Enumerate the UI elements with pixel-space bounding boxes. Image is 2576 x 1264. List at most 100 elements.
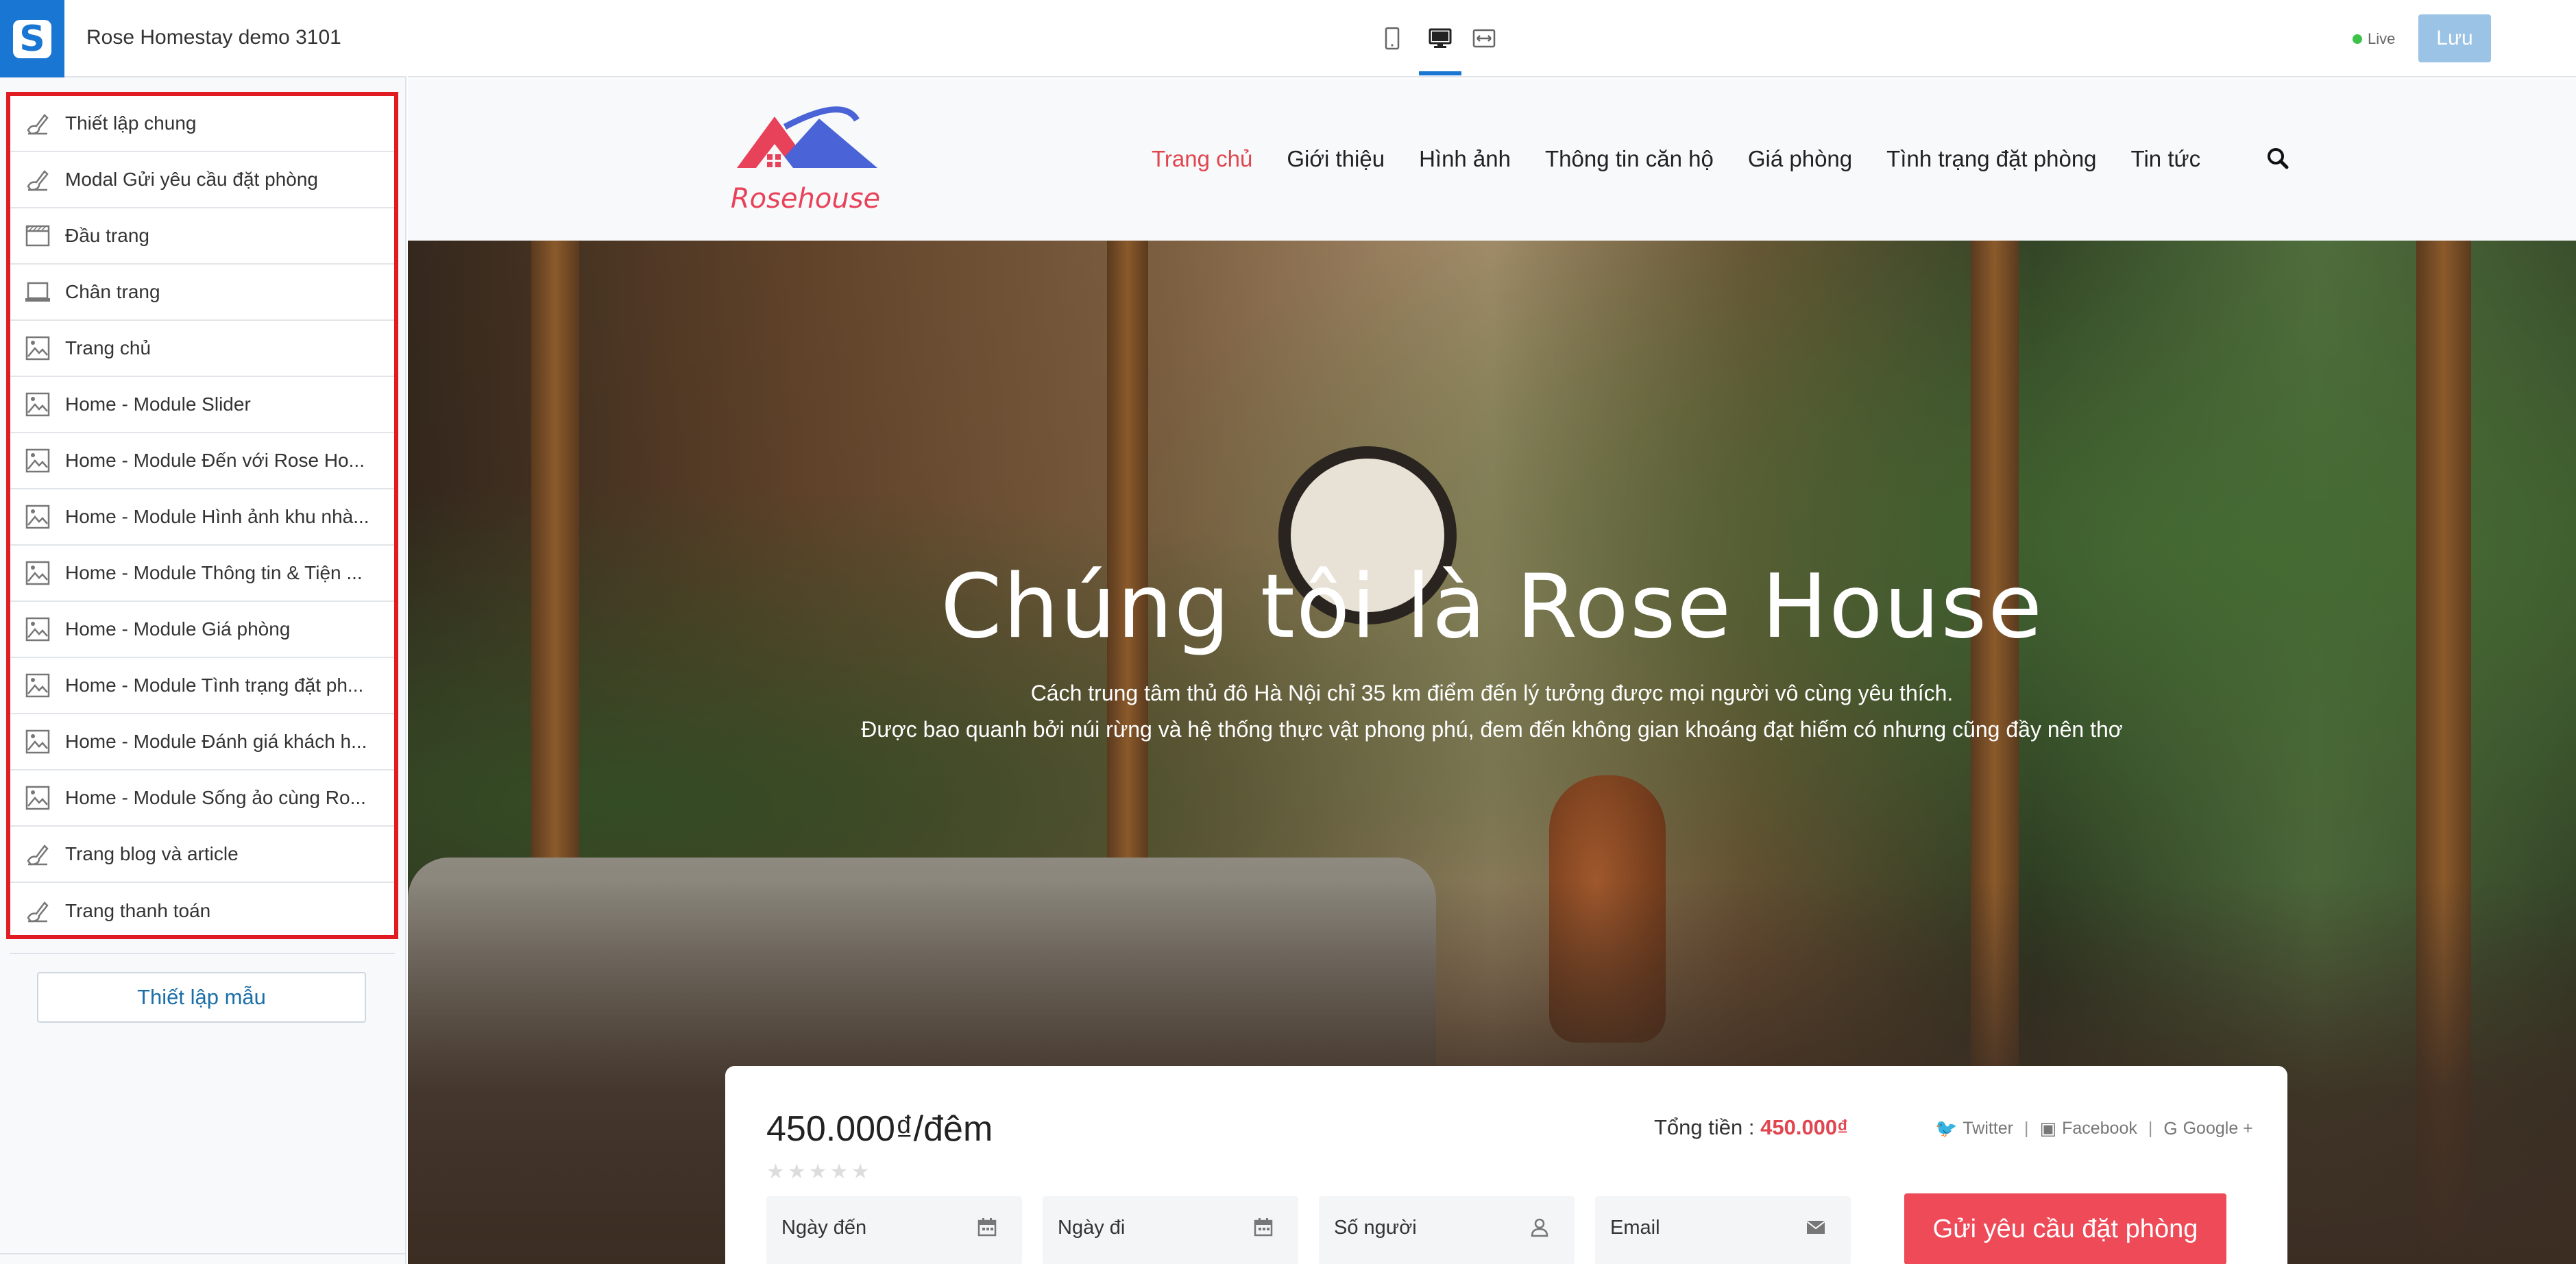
rosehouse-logo[interactable]: Rosehouse	[723, 99, 888, 223]
share-separator: |	[2148, 1119, 2153, 1138]
settings-menu: Thiết lập chung Modal Gửi yêu cầu đặt phò…	[6, 92, 398, 939]
brush-icon	[24, 110, 51, 137]
sidebar-item[interactable]: Home - Module Tình trạng đặt ph...	[10, 658, 394, 714]
nav-item[interactable]: Giới thiệu	[1287, 146, 1385, 172]
sidebar-item[interactable]: Chân trang	[10, 265, 394, 321]
nav-item[interactable]: Hình ảnh	[1419, 146, 1511, 172]
sidebar-item-label: Trang chủ	[65, 337, 151, 358]
app-logo[interactable]: S	[0, 0, 64, 77]
calendar-icon	[1253, 1217, 1274, 1237]
sidebar-item-label: Home - Module Sống ảo cùng Ro...	[65, 787, 366, 808]
checkin-field[interactable]: Ngày đến	[766, 1196, 1022, 1264]
nav-item[interactable]: Trang chủ	[1152, 146, 1252, 172]
sidebar-divider-bottom	[0, 1253, 406, 1254]
booking-submit-button[interactable]: Gửi yêu cầu đặt phòng	[1904, 1193, 2226, 1264]
sidebar-item[interactable]: Home - Module Đánh giá khách h...	[10, 714, 394, 770]
checkin-label: Ngày đến	[781, 1217, 867, 1239]
live-dot-icon	[2353, 34, 2362, 44]
sidebar-item-label: Home - Module Đến với Rose Ho...	[65, 450, 365, 471]
sidebar-item[interactable]: Home - Module Thông tin & Tiện ...	[10, 546, 394, 602]
sidebar-item-label: Home - Module Giá phòng	[65, 618, 291, 640]
email-field[interactable]: Email	[1595, 1196, 1851, 1264]
main-nav: Trang chủ Giới thiệu Hình ảnh Thông tin căn…	[1152, 146, 2235, 172]
hero-subtitle-1: Cách trung tâm thủ đô Hà Nội chỉ 35 km đ…	[1030, 681, 1954, 705]
image-page-icon	[24, 784, 51, 812]
guests-field[interactable]: Số người	[1319, 1196, 1575, 1264]
sidebar-item-label: Trang thanh toán	[65, 900, 211, 921]
sidebar-item-label: Thiết lập chung	[65, 112, 197, 134]
sidebar-item-label: Đầu trang	[65, 225, 149, 246]
calendar-icon	[977, 1217, 997, 1237]
share-facebook[interactable]: Facebook	[2062, 1119, 2137, 1139]
image-page-icon	[24, 728, 51, 755]
facebook-icon: ▣	[2039, 1118, 2057, 1139]
envelope-icon	[1806, 1217, 1826, 1237]
image-page-icon	[24, 559, 51, 587]
brush-icon	[24, 897, 51, 925]
brush-icon	[24, 166, 51, 193]
image-page-icon	[24, 447, 51, 474]
sidebar-item-label: Modal Gửi yêu cầu đặt phòng	[65, 169, 318, 190]
sidebar-divider	[10, 953, 395, 954]
save-button[interactable]: Lưu	[2418, 14, 2491, 62]
brand-wordmark: Rosehouse	[731, 183, 880, 215]
sidebar-item[interactable]: Trang blog và article	[10, 827, 394, 883]
sidebar-item-label: Home - Module Hình ảnh khu nhà...	[65, 506, 369, 527]
template-settings-button[interactable]: Thiết lập mẫu	[37, 972, 366, 1023]
sidebar-item[interactable]: Modal Gửi yêu cầu đặt phòng	[10, 152, 394, 208]
mobile-view-icon[interactable]	[1378, 25, 1406, 52]
sidebar-item[interactable]: Home - Module Sống ảo cùng Ro...	[10, 770, 394, 827]
nav-item[interactable]: Tình trạng đặt phòng	[1886, 146, 2096, 172]
sidebar-item[interactable]: Home - Module Hình ảnh khu nhà...	[10, 489, 394, 546]
header-layout-icon	[24, 222, 51, 250]
share-twitter[interactable]: Twitter	[1963, 1119, 2013, 1139]
user-icon	[1529, 1217, 1550, 1237]
email-label: Email	[1610, 1217, 1660, 1239]
sidebar-item[interactable]: Trang chủ	[10, 321, 394, 377]
live-status: Live	[2353, 30, 2395, 48]
fullwidth-view-icon[interactable]	[1470, 25, 1498, 52]
share-separator: |	[2024, 1119, 2029, 1138]
sidebar-item-label: Home - Module Slider	[65, 393, 251, 415]
google-icon: G	[2163, 1118, 2178, 1139]
twitter-icon: 🐦	[1935, 1118, 1958, 1139]
site-name: Rose Homestay demo 3101	[86, 26, 341, 49]
total-label: Tổng tiền :	[1654, 1115, 1755, 1139]
sidebar-item-label: Home - Module Thông tin & Tiện ...	[65, 562, 363, 583]
guests-label: Số người	[1334, 1217, 1417, 1239]
nav-item[interactable]: Tin tức	[2131, 146, 2201, 172]
nav-item[interactable]: Thông tin căn hộ	[1545, 146, 1714, 172]
live-label: Live	[2368, 30, 2396, 47]
share-links: 🐦 Twitter | ▣ Facebook | G Google +	[1935, 1118, 2253, 1139]
sidebar-item-label: Trang blog và article	[65, 843, 239, 864]
search-icon[interactable]	[2266, 147, 2289, 170]
nav-item[interactable]: Giá phòng	[1748, 146, 1852, 172]
sidebar-item[interactable]: Home - Module Slider	[10, 377, 394, 433]
desktop-view-icon[interactable]	[1426, 25, 1454, 52]
sidebar-item-label: Home - Module Đánh giá khách h...	[65, 731, 367, 752]
rating-stars[interactable]: ★★★★★	[766, 1160, 872, 1184]
sidebar-item[interactable]: Thiết lập chung	[10, 96, 394, 152]
sidebar-item[interactable]: Đầu trang	[10, 208, 394, 265]
site-preview: Rosehouse Trang chủ Giới thiệu Hình ảnh Thô…	[408, 79, 2576, 1264]
checkout-label: Ngày đi	[1058, 1217, 1126, 1239]
total-amount: 450.000₫	[1760, 1115, 1849, 1139]
sidebar-item[interactable]: Home - Module Đến với Rose Ho...	[10, 433, 394, 489]
footer-layout-icon	[24, 278, 51, 306]
hero-subtitle-2: Được bao quanh bởi núi rừng và hệ thống …	[861, 717, 2123, 742]
site-header: Rosehouse Trang chủ Giới thiệu Hình ảnh Thô…	[408, 79, 2576, 241]
hero-title: Chúng tôi là Rose House	[940, 556, 2043, 658]
app-logo-icon: S	[13, 19, 51, 58]
image-page-icon	[24, 335, 51, 362]
booking-card: 450.000₫/đêm ★★★★★ Tổng tiền : 450.000₫ …	[725, 1066, 2287, 1264]
sidebar-header: S Rose Homestay demo 3101	[0, 0, 406, 77]
sidebar-item[interactable]: Trang thanh toán	[10, 883, 394, 939]
share-google[interactable]: Google +	[2183, 1119, 2253, 1139]
image-page-icon	[24, 391, 51, 418]
sidebar-item[interactable]: Home - Module Giá phòng	[10, 602, 394, 658]
image-page-icon	[24, 616, 51, 643]
image-page-icon	[24, 672, 51, 699]
total-price: Tổng tiền : 450.000₫	[1654, 1115, 1848, 1140]
checkout-field[interactable]: Ngày đi	[1043, 1196, 1298, 1264]
sidebar-item-label: Home - Module Tình trạng đặt ph...	[65, 674, 364, 696]
